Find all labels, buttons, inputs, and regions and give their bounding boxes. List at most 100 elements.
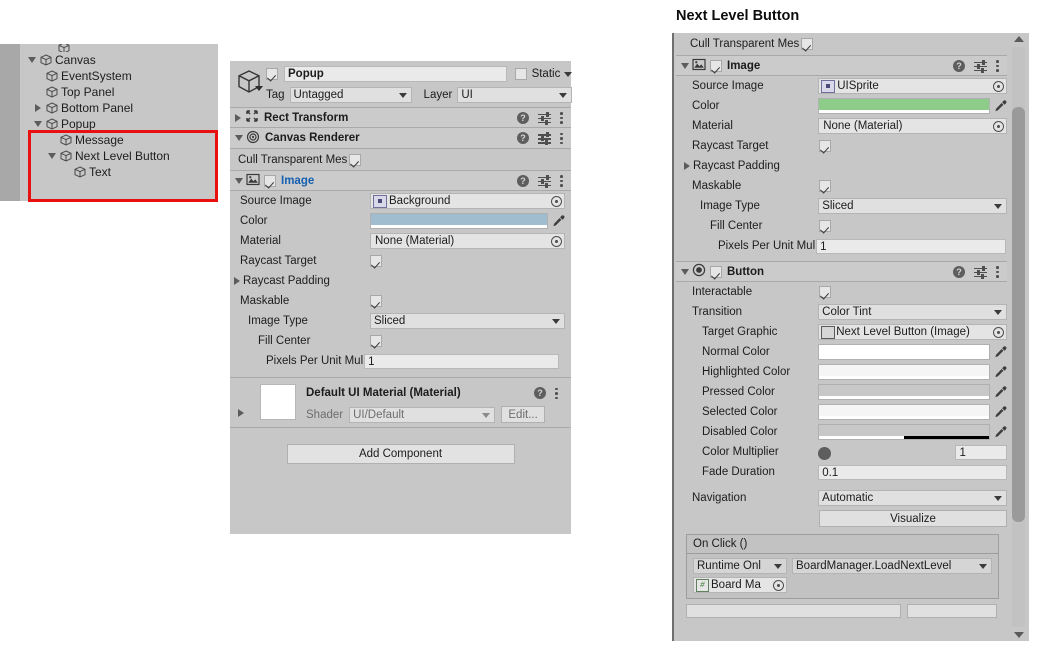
raycast-target-checkbox[interactable] — [370, 255, 382, 267]
help-icon[interactable]: ? — [534, 387, 546, 399]
more-options-icon[interactable] — [996, 59, 1000, 72]
hierarchy-row-top-panel[interactable]: Top Panel — [20, 84, 218, 100]
eyedropper-icon[interactable] — [993, 405, 1007, 420]
preset-icon[interactable] — [538, 132, 551, 145]
object-picker-icon[interactable] — [551, 236, 562, 247]
foldout-canvas[interactable] — [26, 57, 38, 63]
object-picker-icon[interactable] — [993, 327, 1004, 338]
more-options-icon[interactable] — [996, 265, 1000, 278]
target-graphic-field[interactable]: Next Level Button (Image) — [818, 324, 1007, 340]
disabled-color-swatch[interactable] — [818, 424, 990, 440]
fill-center-checkbox[interactable] — [370, 335, 382, 347]
navigation-dropdown[interactable]: Automatic — [818, 490, 1007, 506]
tag-dropdown[interactable]: Untagged — [289, 87, 412, 103]
component-header-rect-transform[interactable]: Rect Transform ? — [230, 107, 571, 128]
image-enabled-checkbox[interactable] — [710, 59, 722, 72]
chevron-down-icon[interactable] — [681, 62, 689, 69]
component-header-button[interactable]: Button ? — [676, 261, 1007, 282]
help-icon[interactable]: ? — [953, 59, 965, 72]
material-field[interactable]: None (Material) — [818, 118, 1007, 134]
eyedropper-icon[interactable] — [993, 425, 1007, 440]
add-component-button[interactable]: Add Component — [286, 444, 515, 464]
on-click-add-field[interactable] — [686, 604, 901, 618]
color-multiplier-input[interactable]: 1 — [955, 444, 1007, 460]
source-image-field[interactable]: Background — [370, 193, 565, 209]
color-swatch[interactable] — [818, 98, 990, 114]
selected-color-swatch[interactable] — [818, 404, 990, 420]
maskable-checkbox[interactable] — [819, 180, 831, 192]
cull-transparent-mesh-checkbox[interactable] — [801, 38, 814, 50]
layer-dropdown[interactable]: UI — [457, 87, 573, 103]
raycast-padding-row[interactable]: Raycast Padding — [676, 156, 1007, 176]
chevron-right-icon[interactable] — [238, 409, 244, 417]
hierarchy-row-canvas[interactable]: Canvas — [20, 52, 218, 68]
pressed-color-swatch[interactable] — [818, 384, 990, 400]
image-type-dropdown[interactable]: Sliced — [370, 313, 565, 329]
highlighted-color-swatch[interactable] — [818, 364, 990, 380]
preset-icon[interactable] — [538, 111, 551, 125]
image-type-dropdown[interactable]: Sliced — [818, 198, 1007, 214]
help-icon[interactable]: ? — [953, 265, 965, 278]
object-picker-icon[interactable] — [773, 580, 784, 591]
inspector-scrollbar[interactable] — [1012, 35, 1025, 639]
normal-color-swatch[interactable] — [818, 344, 990, 360]
shader-edit-button[interactable]: Edit... — [501, 406, 546, 423]
eyedropper-icon[interactable] — [993, 385, 1007, 400]
hierarchy-row-eventsystem[interactable]: EventSystem — [20, 68, 218, 84]
visualize-button[interactable]: Visualize — [819, 509, 1007, 527]
on-click-runtime-dropdown[interactable]: Runtime Onl — [693, 558, 787, 574]
help-icon[interactable]: ? — [517, 174, 529, 187]
fill-center-checkbox[interactable] — [819, 220, 831, 232]
on-click-object-field[interactable]: # Board Ma — [693, 577, 787, 593]
transition-dropdown[interactable]: Color Tint — [818, 304, 1007, 320]
eyedropper-icon[interactable] — [551, 214, 565, 229]
eyedropper-icon[interactable] — [993, 365, 1007, 380]
hierarchy-row-bottom-panel[interactable]: Bottom Panel — [20, 100, 218, 116]
preset-icon[interactable] — [538, 174, 551, 188]
more-options-icon[interactable] — [560, 132, 564, 145]
maskable-checkbox[interactable] — [370, 295, 382, 307]
eyedropper-icon[interactable] — [993, 345, 1007, 360]
button-enabled-checkbox[interactable] — [710, 265, 722, 278]
raycast-target-checkbox[interactable] — [819, 140, 831, 152]
material-field[interactable]: None (Material) — [370, 233, 565, 249]
component-header-canvas-renderer[interactable]: Canvas Renderer ? — [230, 128, 571, 149]
pixels-per-unit-input[interactable]: 1 — [816, 238, 1007, 254]
chevron-right-icon[interactable] — [234, 277, 240, 285]
shader-dropdown[interactable]: UI/Default — [349, 406, 496, 423]
hierarchy-row-cutoff[interactable] — [20, 44, 218, 52]
component-header-image[interactable]: Image ? — [676, 55, 1007, 76]
chevron-right-icon[interactable] — [235, 113, 241, 122]
more-options-icon[interactable] — [555, 387, 559, 400]
chevron-right-icon[interactable] — [684, 162, 690, 170]
scrollbar-thumb[interactable] — [1012, 107, 1025, 522]
foldout-bottom-panel[interactable] — [32, 104, 44, 112]
source-image-field[interactable]: UISprite — [818, 78, 1007, 94]
more-options-icon[interactable] — [560, 174, 564, 187]
help-icon[interactable]: ? — [517, 111, 529, 124]
image-enabled-checkbox[interactable] — [264, 174, 276, 187]
fade-duration-input[interactable]: 0.1 — [818, 464, 1007, 480]
raycast-padding-row[interactable]: Raycast Padding — [230, 271, 571, 291]
component-header-image[interactable]: Image ? — [230, 170, 571, 191]
chevron-down-icon[interactable] — [681, 268, 689, 275]
chevron-down-icon[interactable] — [235, 177, 243, 184]
on-click-plusminus-buttons[interactable] — [907, 604, 997, 618]
more-options-icon[interactable] — [560, 111, 564, 124]
on-click-function-dropdown[interactable]: BoardManager.LoadNextLevel — [792, 558, 992, 574]
preset-icon[interactable] — [974, 59, 987, 73]
preset-icon[interactable] — [974, 265, 987, 279]
help-icon[interactable]: ? — [517, 132, 529, 144]
static-dropdown-arrow-icon[interactable] — [564, 71, 573, 77]
pixels-per-unit-input[interactable]: 1 — [364, 353, 560, 369]
eyedropper-icon[interactable] — [993, 99, 1007, 114]
interactable-checkbox[interactable] — [819, 286, 831, 298]
slider-knob[interactable] — [817, 447, 831, 460]
static-checkbox[interactable] — [514, 68, 527, 80]
cull-transparent-mesh-checkbox[interactable] — [349, 153, 362, 166]
scroll-down-arrow-icon[interactable] — [1014, 632, 1024, 638]
object-picker-icon[interactable] — [551, 196, 562, 207]
object-picker-icon[interactable] — [993, 121, 1004, 132]
gameobject-name-input[interactable]: Popup — [284, 66, 507, 82]
color-swatch[interactable] — [370, 213, 548, 229]
